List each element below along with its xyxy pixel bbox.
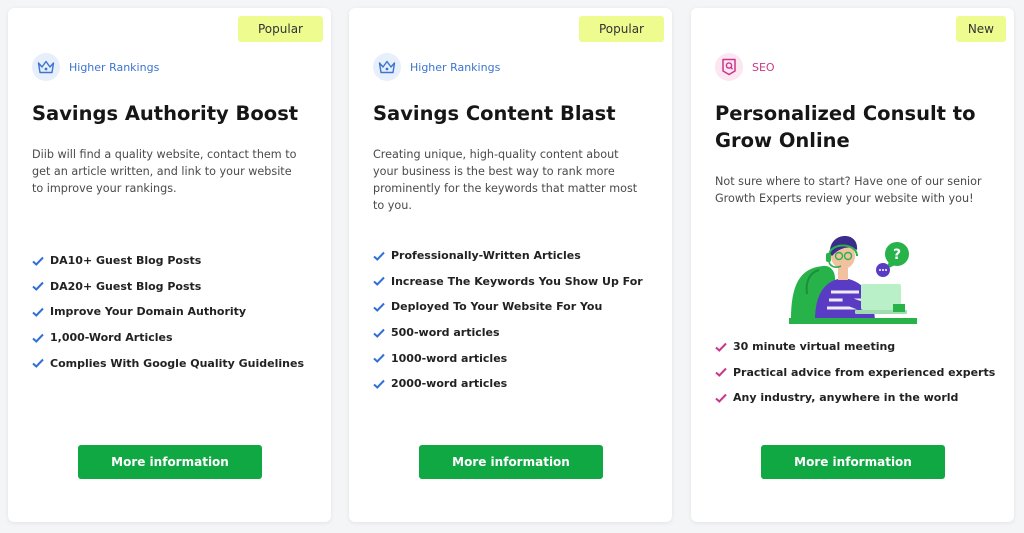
check-icon [32, 256, 44, 266]
feature-item: DA10+ Guest Blog Posts [32, 248, 323, 274]
crown-icon [373, 53, 401, 81]
check-icon [373, 328, 385, 338]
feature-list: Professionally-Written Articles Increase… [373, 243, 664, 397]
seo-search-icon [715, 53, 743, 81]
feature-item: Increase The Keywords You Show Up For [373, 269, 664, 295]
feature-item: 30 minute virtual meeting [715, 334, 1006, 360]
more-information-button[interactable]: More information [419, 445, 603, 479]
popular-badge: Popular [238, 16, 323, 42]
check-icon [373, 353, 385, 364]
crown-icon [32, 53, 60, 81]
svg-text:?: ? [893, 247, 901, 263]
new-badge: New [955, 16, 1006, 42]
category-label: SEO [752, 60, 775, 74]
check-icon [32, 307, 44, 317]
check-icon [32, 282, 44, 292]
service-card-content-blast: Popular Higher Rankings Savings Content … [349, 8, 672, 522]
feature-list: 30 minute virtual meeting Practical advi… [715, 334, 1006, 411]
check-icon [373, 379, 385, 389]
feature-item: 1,000-Word Articles [32, 325, 323, 351]
category-tag: SEO [715, 53, 775, 81]
feature-item: Complies With Google Quality Guidelines [32, 350, 323, 376]
card-description: Not sure where to start? Have one of our… [715, 175, 982, 205]
category-label: Higher Rankings [410, 60, 501, 74]
more-information-button[interactable]: More information [761, 445, 945, 479]
check-icon [32, 333, 44, 343]
card-title: Personalized Consult to Grow Online [715, 102, 976, 152]
check-icon [373, 277, 385, 287]
feature-item: Any industry, anywhere in the world [715, 385, 1006, 411]
feature-item: DA20+ Guest Blog Posts [32, 274, 323, 300]
check-icon [715, 368, 727, 378]
check-icon [32, 358, 44, 369]
feature-list: DA10+ Guest Blog Posts DA20+ Guest Blog … [32, 248, 323, 376]
feature-item: Improve Your Domain Authority [32, 299, 323, 325]
feature-item: Deployed To Your Website For You [373, 294, 664, 320]
feature-item: Practical advice from experienced expert… [715, 360, 1006, 386]
feature-item: 2000-word articles [373, 371, 664, 397]
feature-item: 500-word articles [373, 320, 664, 346]
feature-item: 1000-word articles [373, 345, 664, 371]
check-icon [715, 342, 727, 352]
service-card-personalized-consult: New SEO Personalized Consult to Grow Onl… [691, 8, 1014, 522]
category-tag: Higher Rankings [32, 53, 159, 81]
check-icon [373, 251, 385, 261]
card-title: Savings Authority Boost [32, 102, 299, 125]
popular-badge: Popular [579, 16, 664, 42]
service-card-authority-boost: Popular Higher Rankings Savings Authorit… [8, 8, 331, 522]
more-information-button[interactable]: More information [78, 445, 262, 479]
check-icon [715, 393, 727, 403]
category-tag: Higher Rankings [373, 53, 500, 81]
card-title: Savings Content Blast [373, 102, 616, 125]
check-icon [373, 302, 385, 312]
consultant-with-headset-icon: ? [789, 236, 917, 324]
feature-item: Professionally-Written Articles [373, 243, 664, 269]
category-label: Higher Rankings [69, 60, 160, 74]
card-description: Creating unique, high-quality content ab… [373, 148, 638, 212]
card-description: Diib will find a quality website, contac… [32, 148, 297, 195]
